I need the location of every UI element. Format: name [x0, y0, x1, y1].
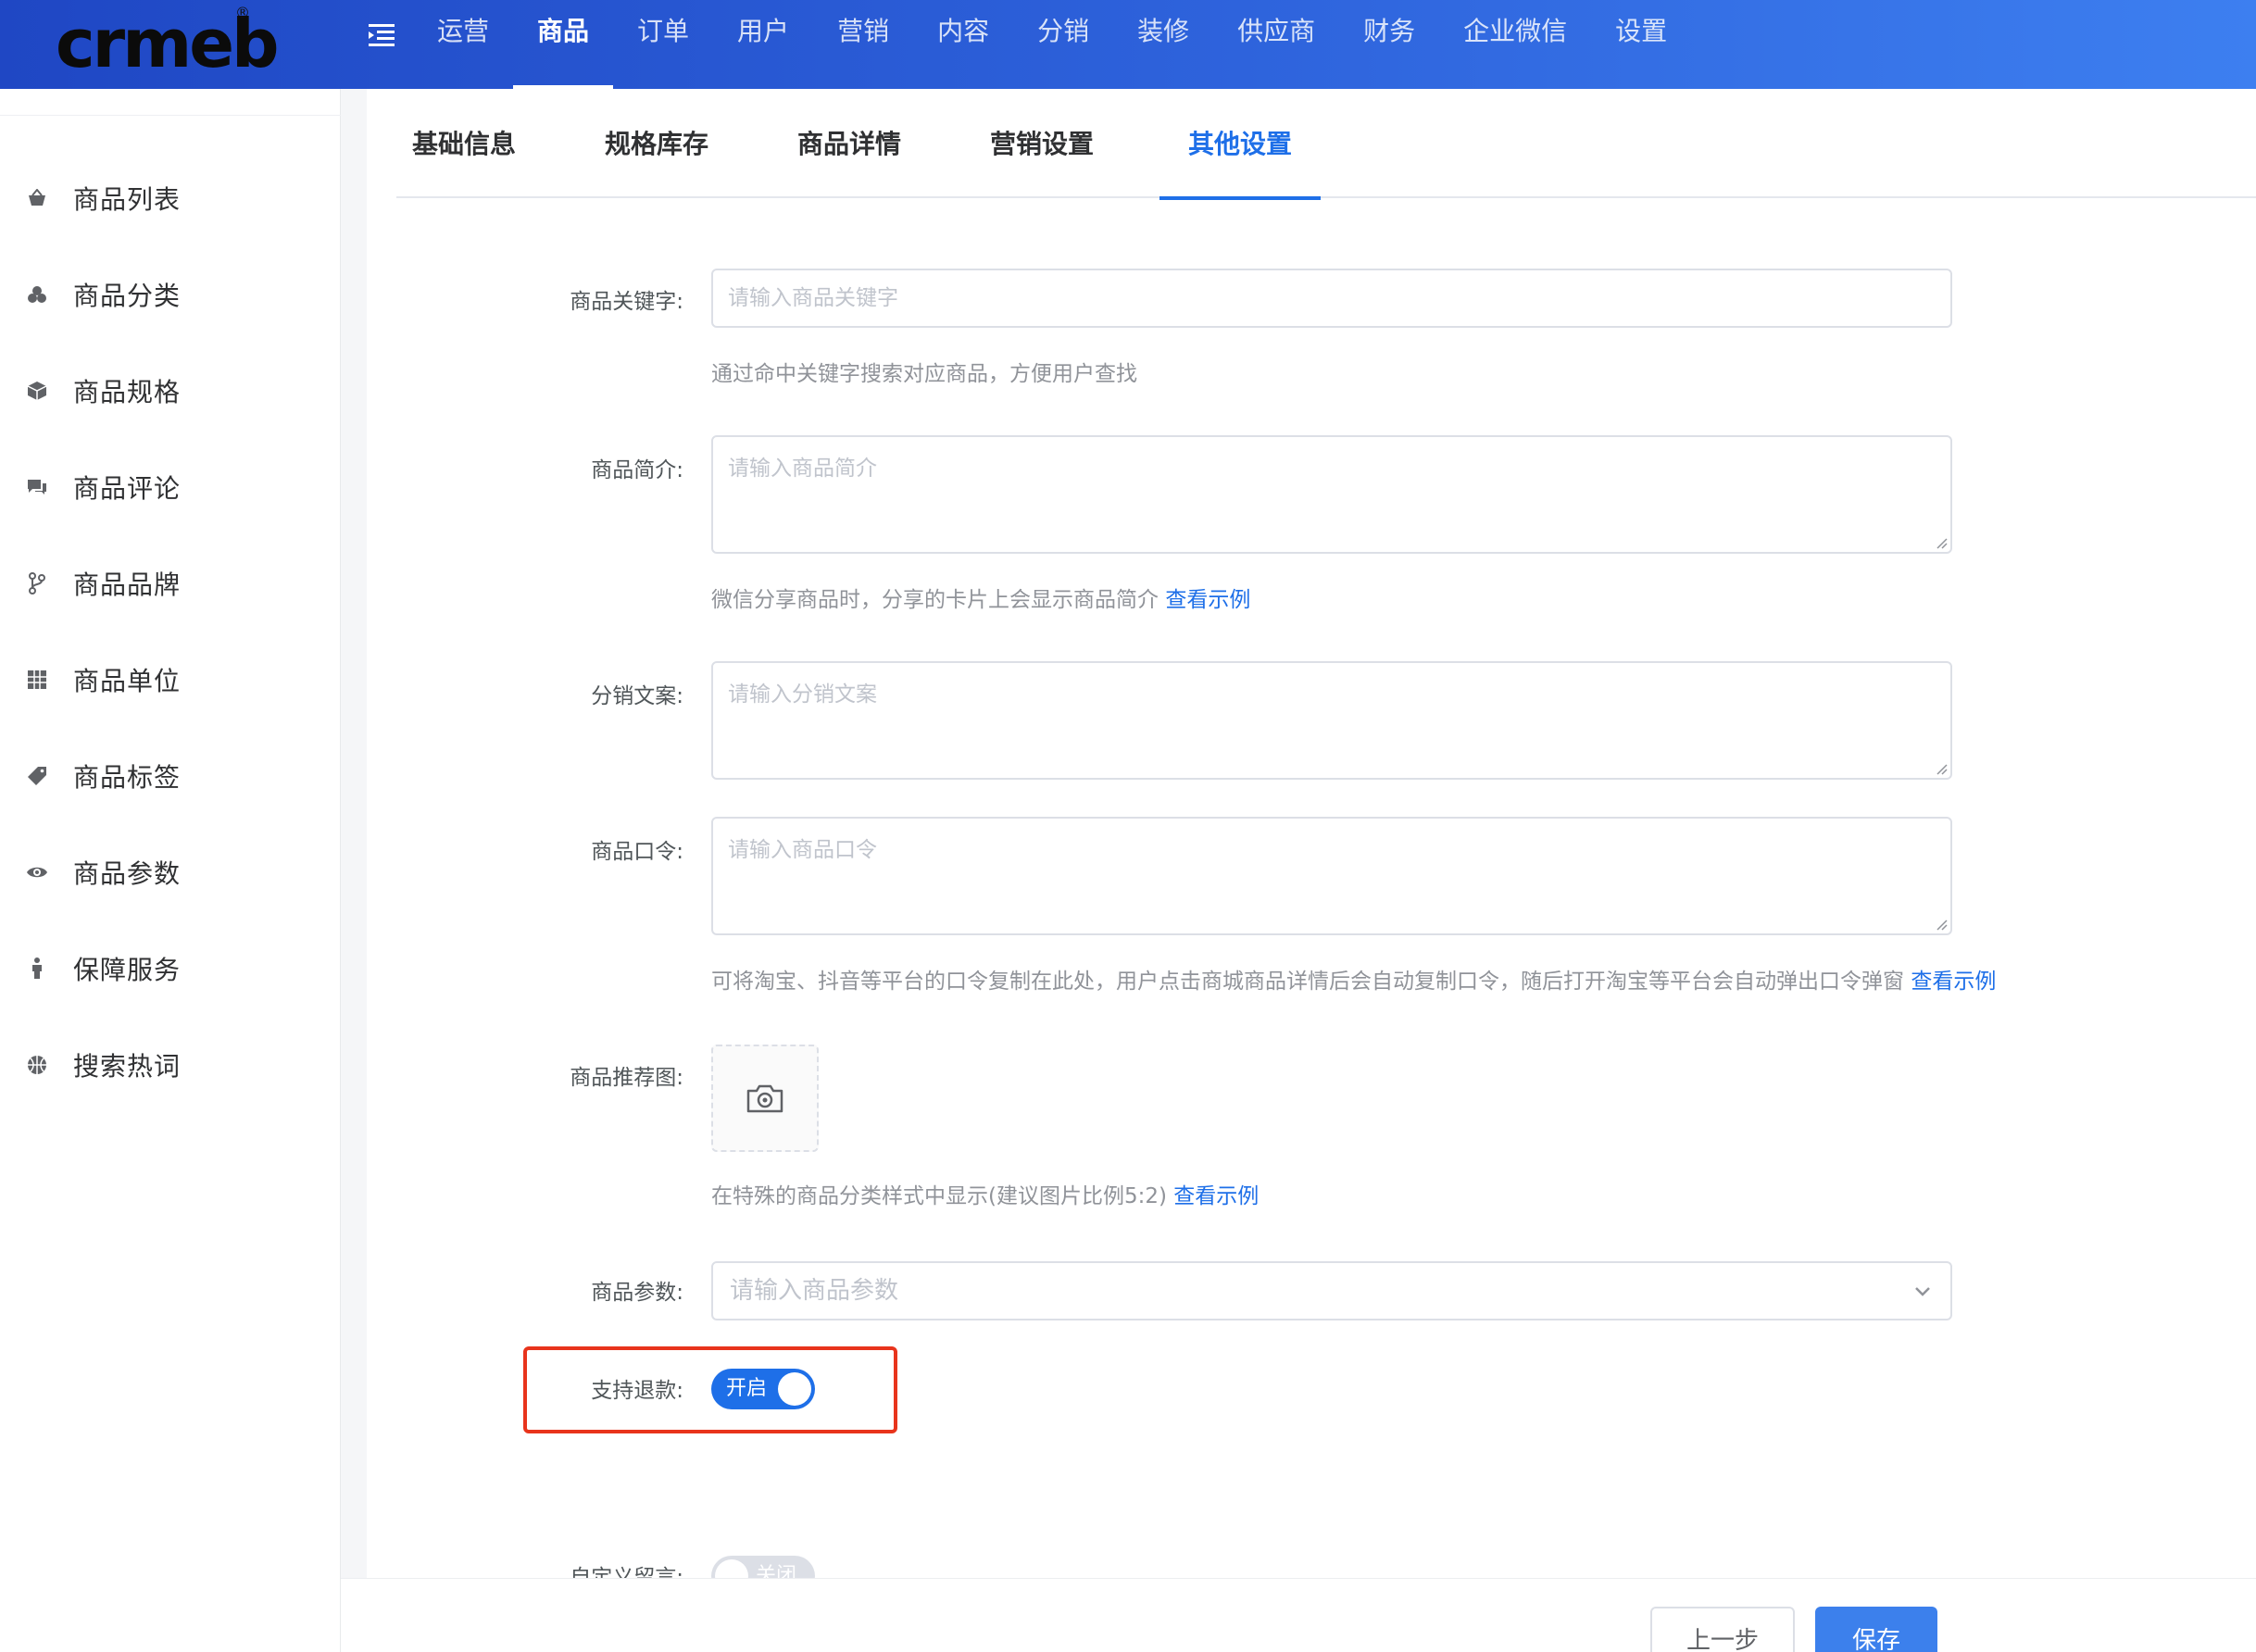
- nav-item-wecom[interactable]: 企业微信: [1439, 0, 1591, 89]
- recommend-image-help: 在特殊的商品分类样式中显示(建议图片比例5:2) 查看示例: [711, 1178, 1259, 1209]
- recommend-image-label: 商品推荐图:: [570, 1066, 683, 1090]
- token-example-link[interactable]: 查看示例: [1911, 970, 1996, 994]
- nav-item-suppliers[interactable]: 供应商: [1213, 0, 1339, 89]
- other-settings-form: 商品关键字: 通过命中关键字搜索对应商品，方便用户查找 商品简介: 微信分享商品…: [367, 89, 2256, 1596]
- cubes-icon: [25, 282, 49, 307]
- sidebar-item-label: 商品规格: [73, 377, 182, 407]
- camera-icon: [746, 1084, 783, 1113]
- nav-item-marketing[interactable]: 营销: [813, 0, 913, 89]
- sidebar-item-product-tags[interactable]: 商品标签: [0, 728, 341, 824]
- registered-mark: ®: [235, 4, 250, 21]
- nav-item-content[interactable]: 内容: [913, 0, 1013, 89]
- intro-help-text: 微信分享商品时，分享的卡片上会显示商品简介: [711, 588, 1159, 612]
- refund-label: 支持退款:: [591, 1379, 683, 1403]
- token-textarea[interactable]: [711, 817, 1952, 935]
- nav-item-operations[interactable]: 运营: [413, 0, 513, 89]
- grid-icon: [25, 668, 49, 692]
- box-icon: [25, 379, 49, 403]
- menu-toggle-icon[interactable]: [366, 19, 397, 50]
- top-nav: 运营 商品 订单 用户 营销 内容 分销 装修 供应商 财务 企业微信 设置: [413, 0, 1691, 89]
- sidebar-item-label: 保障服务: [73, 955, 182, 985]
- prev-step-button[interactable]: 上一步: [1650, 1607, 1795, 1652]
- eye-icon: [25, 860, 49, 884]
- chevron-down-icon: [1915, 1287, 1930, 1296]
- token-help-text: 可将淘宝、抖音等平台的口令复制在此处，用户点击商城商品详情后会自动复制口令，随后…: [711, 970, 1904, 994]
- save-button[interactable]: 保存: [1815, 1607, 1937, 1652]
- comments-icon: [25, 475, 49, 499]
- branch-icon: [25, 571, 49, 595]
- token-label: 商品口令:: [591, 840, 683, 864]
- basketball-icon: [25, 1053, 49, 1077]
- nav-item-users[interactable]: 用户: [713, 0, 813, 89]
- sidebar-item-product-params[interactable]: 商品参数: [0, 824, 341, 920]
- sidebar-item-product-category[interactable]: 商品分类: [0, 246, 341, 343]
- copy-textarea[interactable]: [711, 661, 1952, 780]
- recommend-image-example-link[interactable]: 查看示例: [1173, 1184, 1259, 1208]
- intro-help: 微信分享商品时，分享的卡片上会显示商品简介 查看示例: [711, 582, 1250, 613]
- sidebar-item-label: 商品参数: [73, 858, 182, 889]
- person-icon: [25, 957, 49, 981]
- crmeb-logo[interactable]: crmeb ®: [56, 4, 280, 83]
- top-navbar: crmeb ® 运营 商品 订单 用户 营销 内容 分销 装修 供应商 财务 企…: [0, 0, 2256, 89]
- sidebar-item-guarantee-service[interactable]: 保障服务: [0, 920, 341, 1017]
- nav-item-products[interactable]: 商品: [513, 0, 614, 89]
- main-content: 基础信息 规格库存 商品详情 营销设置 其他设置 商品关键字: 通过命中关键字搜…: [367, 89, 2256, 1596]
- params-select[interactable]: 请输入商品参数: [711, 1261, 1952, 1320]
- nav-item-settings[interactable]: 设置: [1591, 0, 1691, 89]
- nav-item-orders[interactable]: 订单: [613, 0, 713, 89]
- intro-label: 商品简介:: [591, 458, 683, 482]
- sidebar-item-product-unit[interactable]: 商品单位: [0, 632, 341, 728]
- intro-example-link[interactable]: 查看示例: [1165, 588, 1250, 612]
- switch-knob: [778, 1372, 811, 1406]
- sidebar-item-product-list[interactable]: 商品列表: [0, 150, 341, 246]
- sidebar-item-label: 商品品牌: [73, 569, 182, 600]
- keyword-label: 商品关键字:: [570, 290, 683, 314]
- keyword-help: 通过命中关键字搜索对应商品，方便用户查找: [711, 362, 1137, 386]
- form-footer: 上一步 保存: [341, 1578, 2256, 1652]
- sidebar-divider: [0, 115, 341, 116]
- sidebar-item-product-brand[interactable]: 商品品牌: [0, 535, 341, 632]
- refund-switch-text: 开启: [726, 1377, 768, 1400]
- copy-label: 分销文案:: [591, 684, 683, 708]
- basket-icon: [25, 186, 49, 210]
- recommend-image-upload[interactable]: [711, 1045, 819, 1152]
- nav-item-finance[interactable]: 财务: [1339, 0, 1439, 89]
- sidebar-item-label: 商品单位: [73, 666, 182, 696]
- resize-grip-icon[interactable]: [1934, 535, 1949, 550]
- sidebar: 商品列表 商品分类 商品规格 商品评论 商品品牌 商品单位 商品标签 商品参数 …: [0, 89, 341, 1652]
- sidebar-item-search-hotwords[interactable]: 搜索热词: [0, 1017, 341, 1113]
- params-label: 商品参数:: [591, 1281, 683, 1305]
- sidebar-item-product-comments[interactable]: 商品评论: [0, 439, 341, 535]
- sidebar-item-label: 搜索热词: [73, 1051, 182, 1082]
- recommend-image-help-text: 在特殊的商品分类样式中显示(建议图片比例5:2): [711, 1184, 1167, 1208]
- intro-textarea[interactable]: [711, 435, 1952, 554]
- token-help: 可将淘宝、抖音等平台的口令复制在此处，用户点击商城商品详情后会自动复制口令，随后…: [711, 963, 1996, 995]
- sidebar-item-label: 商品评论: [73, 473, 182, 504]
- sidebar-item-product-spec[interactable]: 商品规格: [0, 343, 341, 439]
- params-select-placeholder: 请输入商品参数: [730, 1277, 899, 1305]
- tag-icon: [25, 764, 49, 788]
- resize-grip-icon[interactable]: [1934, 917, 1949, 932]
- sidebar-item-label: 商品标签: [73, 762, 182, 793]
- nav-item-distribution[interactable]: 分销: [1013, 0, 1113, 89]
- refund-switch[interactable]: 开启: [711, 1369, 815, 1409]
- sidebar-item-label: 商品列表: [73, 184, 182, 215]
- keyword-input[interactable]: [711, 269, 1952, 328]
- resize-grip-icon[interactable]: [1934, 761, 1949, 776]
- nav-item-decoration[interactable]: 装修: [1113, 0, 1213, 89]
- sidebar-item-label: 商品分类: [73, 281, 182, 311]
